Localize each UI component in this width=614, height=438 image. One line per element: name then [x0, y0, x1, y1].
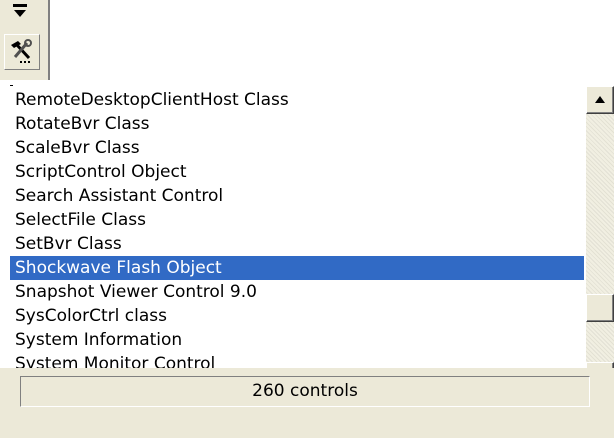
scroll-thumb[interactable]	[586, 294, 614, 322]
list-item[interactable]: Snapshot Viewer Control 9.0	[10, 280, 584, 304]
list-item[interactable]: RemoteDesktopClientHost Class	[10, 88, 584, 112]
list-item[interactable]: SysColorCtrl class	[10, 304, 584, 328]
list-item[interactable]: Search Assistant Control	[10, 184, 584, 208]
hammer-tools-icon	[11, 39, 32, 63]
scroll-up-button[interactable]	[586, 86, 614, 114]
list-item[interactable]: RotateBvr Class	[10, 112, 584, 136]
status-area: 260 controls	[0, 368, 614, 438]
toolbar-divider	[48, 0, 51, 80]
list-item[interactable]: SetBvr Class	[10, 232, 584, 256]
status-text: 260 controls	[20, 376, 590, 407]
control-list[interactable]: RemoteDesktopClientHost Class RotateBvr C…	[10, 86, 614, 374]
list-item[interactable]: ScaleBvr Class	[10, 136, 584, 160]
list-item[interactable]: ScriptControl Object	[10, 160, 584, 184]
toolbar	[0, 0, 48, 80]
list-item[interactable]: SelectFile Class	[10, 208, 584, 232]
scroll-up-arrow-icon	[595, 96, 605, 103]
vertical-scrollbar[interactable]	[586, 86, 614, 390]
dropdown-arrow-icon	[11, 1, 29, 21]
list-item-selected[interactable]: Shockwave Flash Object	[10, 256, 584, 280]
list-item[interactable]: System Information	[10, 328, 584, 352]
toolbar-dropdown-button[interactable]	[7, 0, 34, 28]
more-controls-button[interactable]	[4, 34, 40, 70]
